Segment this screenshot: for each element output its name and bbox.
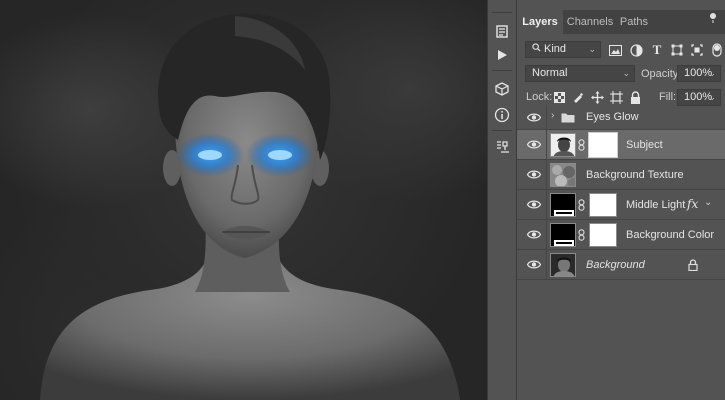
type-filter-icon[interactable]: T	[650, 42, 664, 57]
search-icon	[532, 42, 541, 57]
fill-input[interactable]: 100% ⌄	[677, 89, 721, 106]
filter-row: Kind ⌄ T	[517, 40, 725, 60]
layer-background-color[interactable]: Background Color	[517, 220, 725, 250]
filter-kind-dropdown[interactable]: Kind ⌄	[525, 41, 601, 58]
3d-icon[interactable]	[488, 78, 516, 100]
collapsed-panel-strip	[487, 0, 517, 400]
tab-paths[interactable]: Paths	[617, 10, 651, 34]
layer-thumbnail[interactable]	[550, 253, 576, 277]
link-icon[interactable]	[578, 199, 585, 211]
tab-channels[interactable]: Channels	[563, 10, 617, 34]
filter-toggle-icon[interactable]	[710, 43, 724, 57]
lock-pixels-icon[interactable]	[571, 90, 585, 104]
history-icon[interactable]	[488, 20, 516, 42]
layers-panel: Layers Channels Paths Kind ⌄ T Normal ⌄ …	[517, 0, 725, 400]
eye-icon[interactable]	[527, 229, 541, 240]
lock-artboard-icon[interactable]	[609, 90, 623, 104]
info-icon[interactable]	[488, 104, 516, 126]
fill-layer-thumbnail[interactable]	[550, 193, 576, 217]
lock-label: Lock:	[526, 91, 553, 103]
eye-icon[interactable]	[527, 259, 541, 270]
layer-name: Background Color	[626, 229, 715, 241]
image-filter-icon[interactable]	[608, 43, 622, 57]
eye-icon[interactable]	[527, 169, 541, 180]
panel-menu-icon[interactable]	[707, 12, 721, 26]
strip-divider	[492, 130, 512, 131]
layer-eyes-glow[interactable]: › Eyes Glow	[517, 105, 725, 130]
link-icon[interactable]	[578, 139, 585, 151]
opacity-label: Opacity:	[641, 68, 682, 80]
layer-middle-light[interactable]: Middle Light fx ⌄	[517, 190, 725, 220]
eye-icon[interactable]	[527, 139, 541, 150]
adjustment-filter-icon[interactable]	[629, 43, 643, 57]
fill-label: Fill:	[659, 91, 677, 103]
folder-icon	[561, 113, 575, 123]
layer-subject[interactable]: Subject	[517, 130, 725, 160]
shape-filter-icon[interactable]	[670, 43, 684, 57]
fill-layer-thumbnail[interactable]	[550, 223, 576, 247]
lock-position-icon[interactable]	[590, 90, 604, 104]
chevron-down-icon: ⌄	[708, 92, 716, 102]
layer-name: Middle Light	[626, 199, 686, 211]
layer-background-texture[interactable]: Background Texture	[517, 160, 725, 190]
fx-badge[interactable]: fx	[687, 197, 698, 211]
smart-object-filter-icon[interactable]	[690, 43, 704, 57]
lock-all-icon[interactable]	[628, 90, 642, 104]
strip-divider	[492, 70, 512, 71]
layer-mask-thumbnail[interactable]	[588, 132, 618, 158]
chevron-right-icon[interactable]: ›	[551, 110, 554, 121]
chevron-down-icon[interactable]: ⌄	[704, 197, 712, 208]
lock-transparent-icon[interactable]	[552, 90, 566, 104]
layer-name: Background Texture	[586, 169, 684, 181]
panel-tabs: Layers Channels Paths	[517, 10, 725, 34]
chevron-down-icon: ⌄	[588, 44, 596, 54]
document-canvas[interactable]	[0, 0, 487, 400]
layer-background[interactable]: Background	[517, 250, 725, 280]
portrait-image	[40, 13, 460, 400]
layer-thumbnail[interactable]	[550, 133, 576, 157]
layer-mask-thumbnail[interactable]	[589, 193, 617, 217]
layer-name: Eyes Glow	[586, 111, 639, 123]
strip-grip	[492, 12, 512, 13]
filter-kind-label: Kind	[544, 43, 567, 55]
blend-mode-value: Normal	[532, 67, 568, 79]
play-actions-icon[interactable]	[488, 44, 516, 66]
opacity-input[interactable]: 100% ⌄	[677, 65, 721, 82]
blend-mode-dropdown[interactable]: Normal ⌄	[525, 65, 635, 82]
layer-thumbnail[interactable]	[550, 163, 576, 187]
layer-mask-thumbnail[interactable]	[589, 223, 617, 247]
chevron-down-icon: ⌄	[708, 68, 716, 78]
layer-name: Subject	[626, 139, 663, 151]
layer-name: Background	[586, 259, 645, 271]
lock-icon[interactable]	[688, 259, 698, 271]
clone-source-icon[interactable]	[488, 136, 516, 158]
eye-icon[interactable]	[527, 112, 541, 123]
tab-layers[interactable]: Layers	[517, 10, 563, 34]
link-icon[interactable]	[578, 229, 585, 241]
eye-icon[interactable]	[527, 199, 541, 210]
blend-row: Normal ⌄ Opacity: 100% ⌄	[517, 64, 725, 84]
chevron-down-icon: ⌄	[622, 68, 630, 78]
